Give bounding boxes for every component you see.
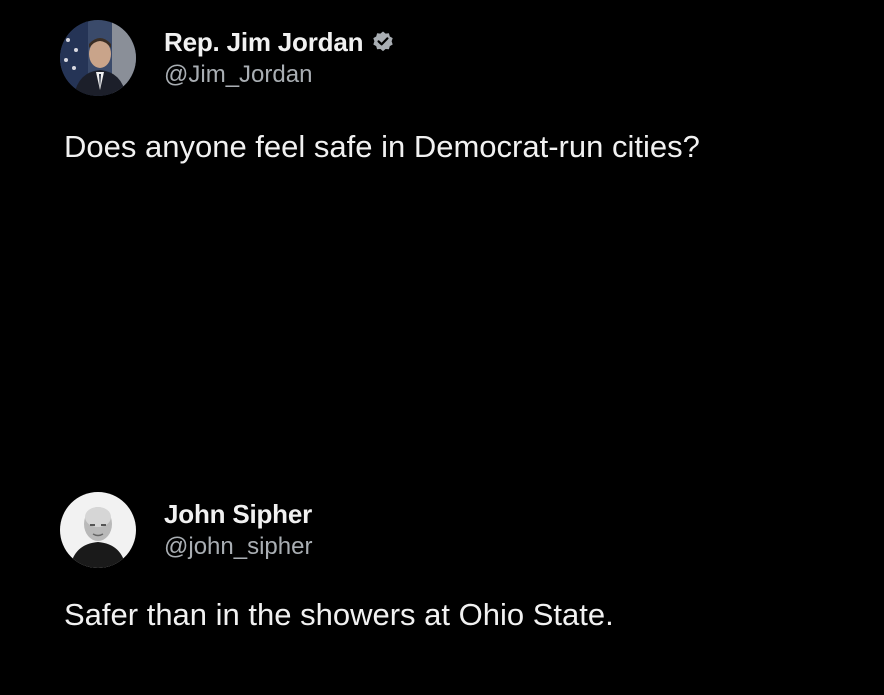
post-text: Safer than in the showers at Ohio State. — [64, 597, 614, 632]
display-name[interactable]: John Sipher — [164, 498, 312, 530]
handle[interactable]: @Jim_Jordan — [164, 60, 395, 90]
avatar-jim-jordan[interactable] — [60, 20, 136, 96]
handle[interactable]: @john_sipher — [164, 532, 312, 562]
post-text: Does anyone feel safe in Democrat-run ci… — [64, 129, 700, 164]
display-name[interactable]: Rep. Jim Jordan — [164, 26, 363, 58]
post-jim-jordan: Rep. Jim Jordan @Jim_Jordan Does anyone … — [60, 20, 864, 168]
verified-badge-icon — [371, 30, 395, 54]
post-header: Rep. Jim Jordan @Jim_Jordan — [60, 20, 864, 96]
name-row: John Sipher — [164, 498, 312, 530]
post-john-sipher: John Sipher @john_sipher Safer than in t… — [60, 492, 864, 636]
post-header: John Sipher @john_sipher — [60, 492, 864, 568]
avatar-john-sipher[interactable] — [60, 492, 136, 568]
name-row: Rep. Jim Jordan — [164, 26, 395, 58]
author-info: Rep. Jim Jordan @Jim_Jordan — [164, 26, 395, 90]
author-info: John Sipher @john_sipher — [164, 498, 312, 562]
